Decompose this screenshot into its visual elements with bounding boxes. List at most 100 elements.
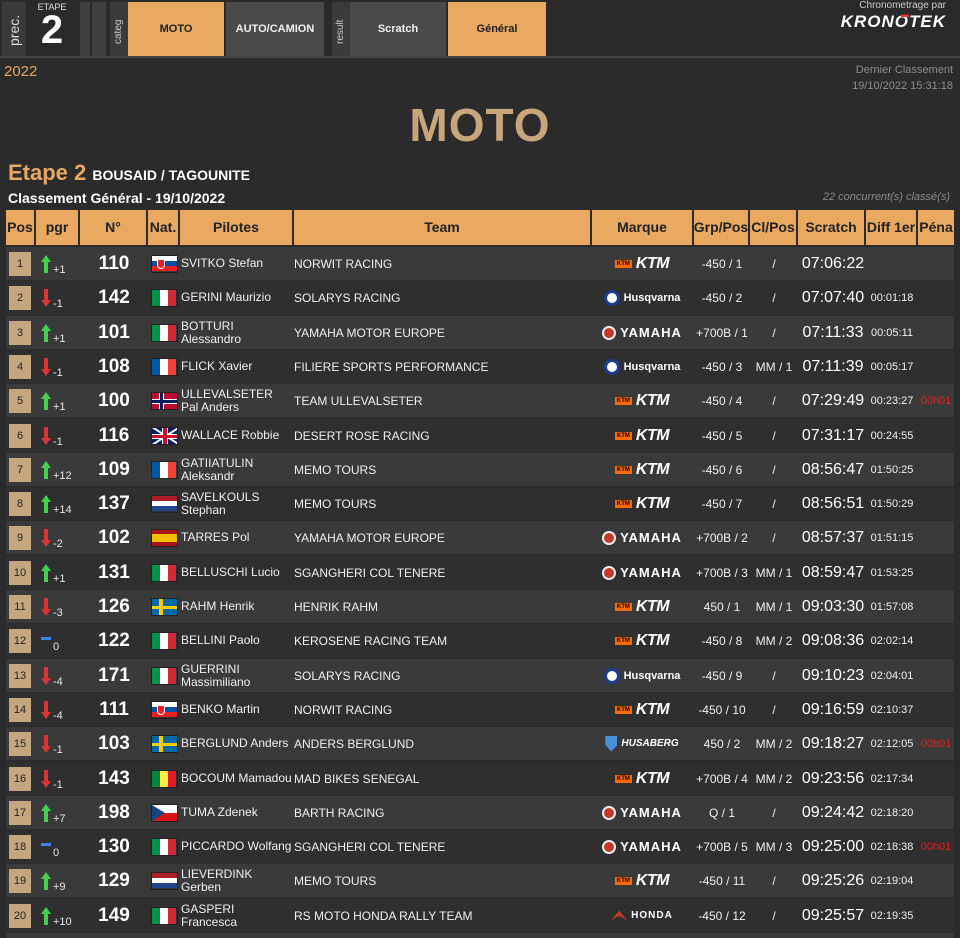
pilot-name[interactable]: GASPERI Francesca [180, 899, 292, 932]
table-row[interactable]: 20 +10 149 GASPERI Francesca RS MOTO HONDA R… [6, 899, 954, 932]
table-row[interactable]: 4 -1 108 FLICK Xavier FILIERE SPORTS PERFORM… [6, 350, 954, 383]
tab-general[interactable]: Général [448, 2, 546, 56]
pos-badge: 5 [9, 388, 31, 413]
penalty: 00h01 [920, 737, 952, 750]
prec-button[interactable]: prec. [2, 2, 26, 56]
bib-number: 142 [98, 286, 130, 308]
pilot-name[interactable]: LIEVERDINK Gerben [180, 864, 292, 897]
table-row[interactable]: 9 -2 102 TARRES Pol YAMAHA MOTOR EUROPE YAMAH… [6, 521, 954, 554]
team-name: FILIERE SPORTS PERFORMANCE [294, 359, 489, 374]
pilot-name[interactable]: BENKO Martin [180, 693, 292, 726]
flag-icon [150, 631, 178, 650]
yamaha-logo: YAMAHA [602, 805, 682, 820]
pilot-name[interactable]: BERGLUND Anders [180, 727, 292, 760]
separator [92, 2, 106, 56]
table-row[interactable]: 19 +9 129 LIEVERDINK Gerben MEMO TOURS KTM KTM… [6, 864, 954, 897]
progression: +1 [53, 572, 66, 585]
separator [80, 2, 90, 56]
team-name: DESERT ROSE RACING [294, 428, 430, 443]
pos-badge: 20 [9, 903, 31, 928]
table-row[interactable]: 6 -1 116 WALLACE Robbie DESERT ROSE RACING KT… [6, 419, 954, 452]
year-label: 2022 [4, 63, 38, 80]
table-row[interactable]: 17 +7 198 TUMA Zdenek BARTH RACING YAMAHA Q / … [6, 796, 954, 829]
class-position: / [772, 256, 776, 271]
yamaha-logo: YAMAHA [602, 325, 682, 340]
etape-selector[interactable]: ETAPE 2 [26, 2, 78, 56]
scratch-time: 09:24:42 [801, 803, 865, 821]
pos-badge: 13 [9, 663, 31, 688]
flag-icon [150, 323, 178, 342]
pos-badge: 18 [9, 834, 31, 859]
pilot-name[interactable]: PICCARDO Wolfang [180, 830, 292, 863]
arrow-up-icon [40, 563, 52, 582]
yamaha-logo: YAMAHA [602, 565, 682, 580]
table-row[interactable]: 16 -1 143 BOCOUM Mamadou MAD BIKES SENEGAL KT… [6, 762, 954, 795]
table-row[interactable]: 10 +1 131 BELLUSCHI Lucio SGANGHERI COL TENE… [6, 556, 954, 589]
ktm-logo: KTM KTM [614, 769, 670, 787]
tab-moto[interactable]: MOTO [128, 2, 224, 56]
pilot-name[interactable]: BELLINI Paolo [180, 624, 292, 657]
pilot-name[interactable]: GERINI Maurizio [180, 281, 292, 314]
group-position: 450 / 2 [703, 736, 741, 751]
table-row[interactable]: 5 +1 100 ULLEVALSETER Pal Anders TEAM ULLEVA… [6, 384, 954, 417]
pilot-name[interactable]: TARRES Pol [180, 521, 292, 554]
diff-first: 00:23:27 [870, 394, 914, 407]
progression: -1 [53, 297, 63, 310]
ktm-logo: KTM KTM [614, 494, 670, 512]
table-row[interactable]: 8 +14 137 SAVELKOULS Stephan MEMO TOURS KTM KT… [6, 487, 954, 520]
flag-icon [150, 391, 178, 410]
pilot-name[interactable]: FLICK Xavier [180, 350, 292, 383]
table-row[interactable]: 15 -1 103 BERGLUND Anders ANDERS BERGLUND HUS… [6, 727, 954, 760]
pilot-name[interactable]: TUMA Zdenek [180, 796, 292, 829]
pilot-name[interactable]: GATIIATULIN Aleksandr [180, 453, 292, 486]
scratch-time: 07:06:22 [801, 254, 865, 272]
pilot-name[interactable]: SAVELKOULS Stephan [180, 487, 292, 520]
table-row[interactable]: 1 +1 110 SVITKO Stefan NORWIT RACING KTM KTM -4… [6, 247, 954, 280]
team-name: RS MOTO HONDA RALLY TEAM [294, 908, 473, 923]
table-row[interactable]: 2 -1 142 GERINI Maurizio SOLARYS RACING Husqv… [6, 281, 954, 314]
team-name: SGANGHERI COL TENERE [294, 565, 446, 580]
arrow-down-icon [40, 769, 52, 788]
table-row[interactable]: 3 +1 101 BOTTURI Alessandro YAMAHA MOTOR EUR… [6, 316, 954, 349]
pilot-name[interactable]: GUERRINI Massimiliano [180, 659, 292, 692]
pilot-name[interactable]: RAHM Henrik [180, 590, 292, 623]
arrow-up-icon [40, 871, 52, 890]
group-position: -450 / 12 [698, 908, 746, 923]
flag-icon [150, 906, 178, 925]
bib-number: 100 [98, 389, 130, 411]
diff-first: 01:50:29 [870, 497, 914, 510]
table-row[interactable]: 14 -4 111 BENKO Martin NORWIT RACING KTM KTM -4… [6, 693, 954, 726]
pilot-name[interactable]: BELLUSCHI Lucio [180, 556, 292, 589]
tab-scratch[interactable]: Scratch [350, 2, 446, 56]
team-name: SGANGHERI COL TENERE [294, 839, 446, 854]
pilot-name[interactable]: WALLACE Robbie [180, 419, 292, 452]
pos-badge: 19 [9, 868, 31, 893]
pilot-name[interactable]: BOTTURI Alessandro [180, 316, 292, 349]
tab-auto-camion[interactable]: AUTO/CAMION [226, 2, 324, 56]
pilot-name[interactable]: BOCOUM Mamadou [180, 762, 292, 795]
pilot-name[interactable]: ULLEVALSETER Pal Anders [180, 384, 292, 417]
scratch-time: 07:31:17 [801, 426, 865, 444]
class-position: MM / 2 [755, 771, 793, 786]
yamaha-logo: YAMAHA [602, 839, 682, 854]
ktm-logo: KTM KTM [614, 597, 670, 615]
group-position: +700B / 4 [696, 771, 748, 786]
scratch-time: 07:07:40 [801, 288, 865, 306]
pos-badge: 6 [9, 423, 31, 448]
flag-icon [150, 734, 178, 753]
scratch-time: 08:56:51 [801, 494, 865, 512]
team-name: KEROSENE RACING TEAM [294, 633, 448, 648]
table-row[interactable]: 13 -4 171 GUERRINI Massimiliano SOLARYS RACI… [6, 659, 954, 692]
table-row[interactable]: 7 +12 109 GATIIATULIN Aleksandr MEMO TOURS KT… [6, 453, 954, 486]
col-cl: Cl/Pos [750, 210, 796, 245]
bib-number: 101 [98, 321, 130, 343]
scratch-time: 09:08:36 [801, 631, 865, 649]
team-name: SOLARYS RACING [294, 290, 401, 305]
flag-icon [150, 528, 178, 547]
group-position: +700B / 1 [696, 325, 748, 340]
table-row[interactable]: 18 0 130 PICCARDO Wolfang SGANGHERI COL TENE… [6, 830, 954, 863]
pilot-name[interactable]: SVITKO Stefan [180, 247, 292, 280]
progression: -4 [53, 709, 63, 722]
table-row[interactable]: 12 0 122 BELLINI Paolo KEROSENE RACING TEAM K… [6, 624, 954, 657]
table-row[interactable]: 11 -3 126 RAHM Henrik HENRIK RAHM KTM KTM 450 /… [6, 590, 954, 623]
